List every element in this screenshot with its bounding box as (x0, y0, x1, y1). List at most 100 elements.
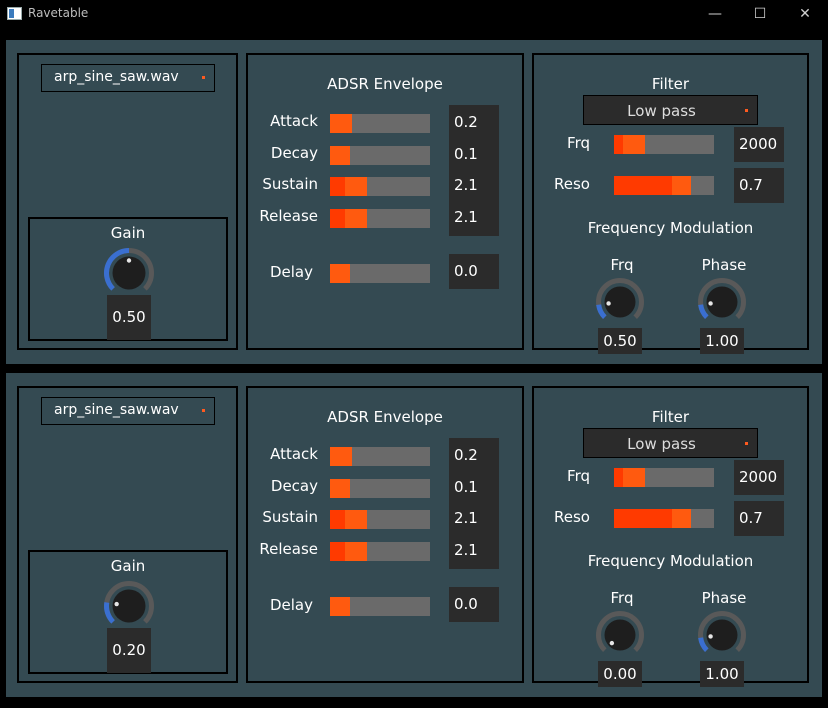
release-slider[interactable] (330, 541, 430, 561)
fm-phase-knob-wrap[interactable] (697, 610, 747, 660)
fm-frq-label: Frq (610, 589, 634, 607)
filter-reso-slider[interactable] (614, 176, 714, 195)
slider-fill-accent (330, 510, 345, 529)
maximize-button[interactable]: ☐ (737, 0, 783, 28)
filter-frq-slider[interactable] (614, 135, 714, 154)
delay-slider[interactable] (330, 597, 430, 616)
fm-phase-value[interactable]: 1.00 (700, 661, 744, 687)
instrument-row: arp_sine_saw.wav Gain 0.20 ADSR Envelope 0.… (6, 373, 822, 697)
dropdown-arrow-icon (202, 76, 205, 79)
adsr-values-box: 0.2 0.1 2.1 2.1 (449, 105, 499, 236)
fm-phase-value[interactable]: 1.00 (700, 328, 744, 354)
dropdown-arrow-icon (202, 409, 205, 412)
fm-frq-knob[interactable] (595, 610, 645, 660)
release-value[interactable]: 2.1 (454, 208, 478, 226)
slider-fill (330, 264, 350, 283)
slider-fill (330, 447, 352, 466)
attack-slider[interactable] (330, 114, 430, 133)
fm-phase-knob[interactable] (697, 277, 747, 327)
release-label: Release (259, 206, 318, 225)
sustain-slider[interactable] (330, 177, 430, 196)
release-value[interactable]: 2.1 (454, 541, 478, 559)
title-bar: Ravetable — ☐ ✕ (0, 0, 828, 28)
delay-value: 0.0 (454, 262, 478, 280)
gain-knob-wrap[interactable] (103, 580, 155, 632)
gain-label: Gain (110, 557, 146, 575)
app-icon (7, 7, 22, 20)
filter-reso-value-box[interactable]: 0.7 (734, 501, 784, 536)
gain-knob[interactable] (103, 247, 155, 299)
fm-frq-knob-wrap[interactable] (595, 277, 645, 327)
adsr-panel: ADSR Envelope 0.2 0.1 2.1 2.1 Attack Decay Sust… (246, 53, 524, 350)
fm-title: Frequency Modulation (587, 219, 754, 237)
filter-reso-value: 0.7 (739, 176, 763, 194)
fm-phase-knob[interactable] (697, 610, 747, 660)
attack-value[interactable]: 0.2 (454, 113, 478, 131)
sample-file-dropdown[interactable]: arp_sine_saw.wav (41, 397, 215, 425)
filter-frq-label: Frq (567, 467, 590, 485)
fm-frq-value[interactable]: 0.50 (598, 328, 642, 354)
sample-panel: arp_sine_saw.wav Gain 0.50 (17, 53, 238, 350)
sample-file-name: arp_sine_saw.wav (54, 402, 179, 418)
attack-label: Attack (270, 112, 318, 130)
sustain-label: Sustain (262, 175, 318, 193)
slider-fill-accent (330, 208, 345, 228)
gain-section: Gain 0.20 (28, 550, 228, 674)
fm-title: Frequency Modulation (587, 552, 754, 570)
gain-knob-wrap[interactable] (103, 247, 155, 299)
sustain-label: Sustain (262, 508, 318, 526)
delay-value-box[interactable]: 0.0 (449, 587, 499, 622)
attack-slider[interactable] (330, 447, 430, 466)
decay-value[interactable]: 0.1 (454, 145, 478, 163)
window-title: Ravetable (28, 6, 89, 20)
slider-fill (330, 145, 350, 165)
filter-frq-value-box[interactable]: 2000 (734, 127, 784, 162)
decay-slider[interactable] (330, 478, 430, 498)
decay-value[interactable]: 0.1 (454, 478, 478, 496)
fm-phase-label: Phase (701, 256, 747, 274)
gain-label: Gain (110, 224, 146, 242)
fm-frq-value[interactable]: 0.00 (598, 661, 642, 687)
filter-type-dropdown[interactable]: Low pass (583, 428, 758, 458)
filter-frq-value: 2000 (739, 468, 778, 486)
attack-value[interactable]: 0.2 (454, 446, 478, 464)
delay-slider[interactable] (330, 264, 430, 283)
adsr-title: ADSR Envelope (327, 408, 443, 426)
slider-fill (330, 597, 350, 616)
close-button[interactable]: ✕ (782, 0, 828, 28)
sample-file-name: arp_sine_saw.wav (54, 69, 179, 85)
decay-slider[interactable] (330, 145, 430, 165)
filter-frq-slider[interactable] (614, 468, 714, 487)
gain-section: Gain 0.50 (28, 217, 228, 341)
sample-file-dropdown[interactable]: arp_sine_saw.wav (41, 64, 215, 92)
decay-label: Decay (270, 476, 318, 495)
filter-reso-value: 0.7 (739, 509, 763, 527)
fm-frq-label: Frq (610, 256, 634, 274)
delay-label: Delay (269, 263, 313, 281)
filter-type-value: Low pass (627, 435, 696, 453)
filter-title: Filter (651, 75, 690, 93)
slider-fill (330, 478, 350, 498)
filter-frq-value-box[interactable]: 2000 (734, 460, 784, 495)
fm-frq-knob-wrap[interactable] (595, 610, 645, 660)
filter-reso-value-box[interactable]: 0.7 (734, 168, 784, 203)
sustain-value[interactable]: 2.1 (454, 176, 478, 194)
sustain-slider[interactable] (330, 510, 430, 529)
filter-frq-label: Frq (567, 134, 590, 152)
sustain-value[interactable]: 2.1 (454, 509, 478, 527)
delay-value: 0.0 (454, 595, 478, 613)
filter-reso-slider[interactable] (614, 509, 714, 528)
gain-value[interactable]: 0.20 (107, 628, 151, 673)
fm-phase-knob-wrap[interactable] (697, 277, 747, 327)
gain-knob[interactable] (103, 580, 155, 632)
release-slider[interactable] (330, 208, 430, 228)
dropdown-arrow-icon (745, 109, 748, 112)
filter-type-dropdown[interactable]: Low pass (583, 95, 758, 125)
delay-value-box[interactable]: 0.0 (449, 254, 499, 289)
gain-value[interactable]: 0.50 (107, 295, 151, 340)
minimize-button[interactable]: — (692, 0, 738, 28)
decay-label: Decay (270, 143, 318, 162)
slider-fill-accent (330, 541, 345, 561)
fm-frq-knob[interactable] (595, 277, 645, 327)
adsr-values-box: 0.2 0.1 2.1 2.1 (449, 438, 499, 569)
